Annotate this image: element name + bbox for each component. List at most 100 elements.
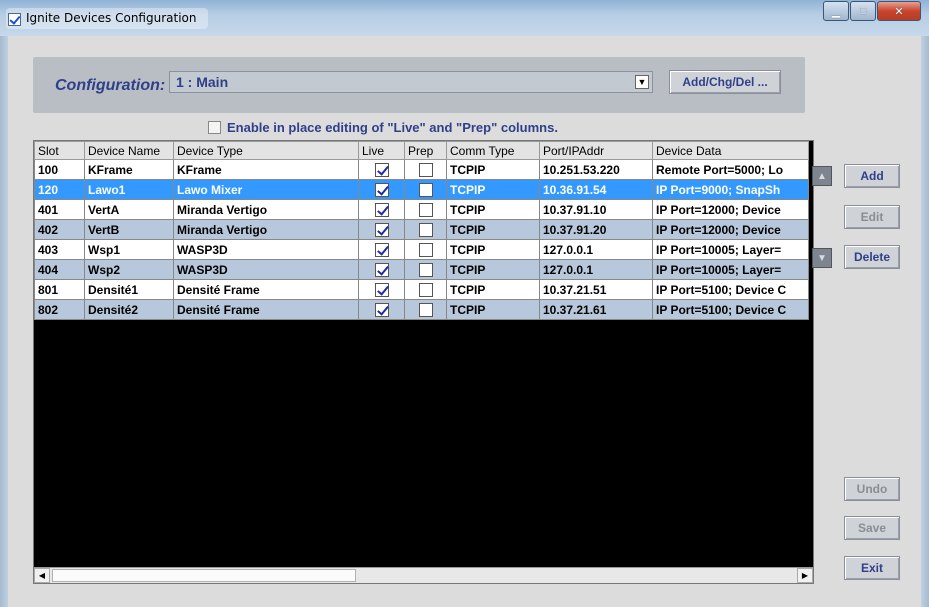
cell-live[interactable] bbox=[358, 279, 405, 300]
cell-slot: 802 bbox=[34, 299, 85, 320]
cell-live[interactable] bbox=[358, 239, 405, 260]
cell-device-type: Lawo Mixer bbox=[173, 179, 359, 200]
horizontal-scrollbar[interactable]: ◀ ▶ bbox=[34, 567, 813, 583]
table-row[interactable]: 801 Densité1 Densité Frame TCPIP 10.37.21.51… bbox=[34, 279, 809, 300]
move-up-button[interactable]: ▲ bbox=[812, 166, 832, 186]
cell-prep[interactable] bbox=[404, 199, 447, 220]
cell-device-type: WASP3D bbox=[173, 259, 359, 280]
cell-prep[interactable] bbox=[404, 259, 447, 280]
cell-slot: 403 bbox=[34, 239, 85, 260]
prep-checkbox[interactable] bbox=[418, 302, 433, 317]
live-checkbox[interactable] bbox=[374, 242, 389, 257]
undo-button[interactable]: Undo bbox=[844, 477, 900, 501]
cell-slot: 100 bbox=[34, 159, 85, 180]
cell-comm-type: TCPIP bbox=[446, 239, 540, 260]
live-checkbox[interactable] bbox=[374, 202, 389, 217]
cell-device-name: KFrame bbox=[84, 159, 174, 180]
scroll-right-icon[interactable]: ▶ bbox=[797, 568, 813, 583]
table-row[interactable]: 802 Densité2 Densité Frame TCPIP 10.37.21.61… bbox=[34, 299, 809, 320]
cell-live[interactable] bbox=[358, 159, 405, 180]
configuration-panel: Configuration: 1 : Main ▼ Add/Chg/Del ..… bbox=[33, 57, 805, 113]
table-row[interactable]: 401 VertA Miranda Vertigo TCPIP 10.37.91.10 I… bbox=[34, 199, 809, 220]
cell-comm-type: TCPIP bbox=[446, 279, 540, 300]
title-bar[interactable]: Ignite Devices Configuration ▁ □ ✕ bbox=[0, 0, 929, 36]
dropdown-arrow-icon[interactable]: ▼ bbox=[635, 75, 649, 89]
window-right-border bbox=[921, 36, 929, 607]
col-slot[interactable]: Slot bbox=[34, 141, 85, 160]
cell-comm-type: TCPIP bbox=[446, 199, 540, 220]
configuration-select[interactable]: 1 : Main ▼ bbox=[169, 71, 653, 93]
maximize-button[interactable]: □ bbox=[850, 1, 876, 21]
cell-device-data: Remote Port=5000; Lo bbox=[652, 159, 809, 180]
col-device-name[interactable]: Device Name bbox=[84, 141, 174, 160]
enable-editing-row[interactable]: Enable in place editing of "Live" and "P… bbox=[208, 120, 558, 135]
table-row[interactable]: 403 Wsp1 WASP3D TCPIP 127.0.0.1 IP Port=10005… bbox=[34, 239, 809, 260]
edit-button[interactable]: Edit bbox=[844, 205, 900, 229]
delete-button[interactable]: Delete bbox=[844, 245, 900, 269]
live-checkbox[interactable] bbox=[374, 282, 389, 297]
col-live[interactable]: Live bbox=[358, 141, 405, 160]
window-left-border bbox=[0, 36, 8, 607]
cell-live[interactable] bbox=[358, 299, 405, 320]
cell-port-ipaddr: 10.37.91.10 bbox=[539, 199, 653, 220]
close-button[interactable]: ✕ bbox=[877, 1, 921, 21]
cell-prep[interactable] bbox=[404, 179, 447, 200]
cell-device-type: KFrame bbox=[173, 159, 359, 180]
table-row[interactable]: 100 KFrame KFrame TCPIP 10.251.53.220 Remote … bbox=[34, 159, 809, 180]
live-checkbox[interactable] bbox=[374, 182, 389, 197]
cell-prep[interactable] bbox=[404, 219, 447, 240]
scroll-left-icon[interactable]: ◀ bbox=[34, 568, 50, 583]
exit-button[interactable]: Exit bbox=[844, 556, 900, 580]
cell-prep[interactable] bbox=[404, 239, 447, 260]
live-checkbox[interactable] bbox=[374, 262, 389, 277]
prep-checkbox[interactable] bbox=[418, 202, 433, 217]
cell-device-data: IP Port=10005; Layer= bbox=[652, 259, 809, 280]
cell-prep[interactable] bbox=[404, 299, 447, 320]
col-port-ipaddr[interactable]: Port/IPAddr bbox=[539, 141, 653, 160]
live-checkbox[interactable] bbox=[374, 222, 389, 237]
live-checkbox[interactable] bbox=[374, 302, 389, 317]
minimize-icon: ▁ bbox=[831, 5, 841, 18]
add-button[interactable]: Add bbox=[844, 164, 900, 188]
save-button[interactable]: Save bbox=[844, 516, 900, 540]
col-prep[interactable]: Prep bbox=[404, 141, 447, 160]
cell-port-ipaddr: 127.0.0.1 bbox=[539, 239, 653, 260]
cell-live[interactable] bbox=[358, 259, 405, 280]
col-comm-type[interactable]: Comm Type bbox=[446, 141, 540, 160]
close-icon: ✕ bbox=[894, 5, 904, 18]
prep-checkbox[interactable] bbox=[418, 162, 433, 177]
move-down-button[interactable]: ▼ bbox=[812, 248, 832, 268]
arrow-down-icon: ▼ bbox=[817, 252, 827, 264]
cell-prep[interactable] bbox=[404, 159, 447, 180]
prep-checkbox[interactable] bbox=[418, 282, 433, 297]
cell-slot: 401 bbox=[34, 199, 85, 220]
cell-slot: 404 bbox=[34, 259, 85, 280]
table-row[interactable]: 402 VertB Miranda Vertigo TCPIP 10.37.91.20 I… bbox=[34, 219, 809, 240]
add-chg-del-button[interactable]: Add/Chg/Del ... bbox=[669, 70, 781, 94]
scroll-thumb[interactable] bbox=[52, 569, 356, 582]
cell-prep[interactable] bbox=[404, 279, 447, 300]
configuration-value: 1 : Main bbox=[176, 74, 229, 90]
cell-live[interactable] bbox=[358, 219, 405, 240]
col-device-type[interactable]: Device Type bbox=[173, 141, 359, 160]
client-area: Configuration: 1 : Main ▼ Add/Chg/Del ..… bbox=[8, 36, 921, 607]
table-row[interactable]: 404 Wsp2 WASP3D TCPIP 127.0.0.1 IP Port=10005… bbox=[34, 259, 809, 280]
cell-device-name: VertB bbox=[84, 219, 174, 240]
cell-device-type: WASP3D bbox=[173, 239, 359, 260]
cell-live[interactable] bbox=[358, 179, 405, 200]
live-checkbox[interactable] bbox=[374, 162, 389, 177]
minimize-button[interactable]: ▁ bbox=[823, 1, 849, 21]
prep-checkbox[interactable] bbox=[418, 182, 433, 197]
prep-checkbox[interactable] bbox=[418, 222, 433, 237]
col-device-data[interactable]: Device Data bbox=[652, 141, 809, 160]
table-row[interactable]: 120 Lawo1 Lawo Mixer TCPIP 10.36.91.54 IP Por… bbox=[34, 179, 809, 200]
app-check-icon bbox=[8, 13, 21, 26]
cell-port-ipaddr: 10.37.91.20 bbox=[539, 219, 653, 240]
cell-live[interactable] bbox=[358, 199, 405, 220]
devices-grid[interactable]: Slot Device Name Device Type Live Prep C… bbox=[33, 140, 814, 584]
cell-device-data: IP Port=5100; Device C bbox=[652, 279, 809, 300]
prep-checkbox[interactable] bbox=[418, 262, 433, 277]
enable-editing-checkbox[interactable] bbox=[208, 121, 221, 134]
prep-checkbox[interactable] bbox=[418, 242, 433, 257]
cell-device-name: VertA bbox=[84, 199, 174, 220]
